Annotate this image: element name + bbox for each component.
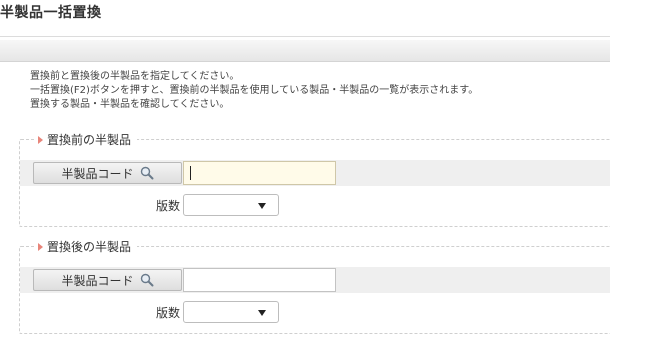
before-code-label: 半製品コード — [61, 166, 134, 181]
before-group-legend: 置換前の半製品 — [34, 131, 138, 148]
triangle-right-icon — [38, 242, 43, 251]
before-version-select[interactable] — [183, 194, 279, 216]
after-code-label: 半製品コード — [61, 273, 134, 288]
after-version-label: 版数 — [155, 306, 180, 320]
chevron-down-icon — [258, 310, 266, 316]
page-margin — [610, 36, 660, 345]
after-code-input[interactable] — [183, 268, 336, 292]
instruction-line: 一括置換(F2)ボタンを押すと、置換前の半製品を使用している製品・半製品の一覧が… — [30, 85, 479, 96]
toolbar — [0, 40, 610, 62]
before-version-label: 版数 — [155, 199, 180, 213]
search-icon — [140, 273, 153, 287]
after-group: 置換後の半製品 半製品コード 版数 — [19, 238, 619, 334]
before-group-legend-label: 置換前の半製品 — [47, 133, 132, 147]
title-divider — [0, 36, 610, 37]
after-code-lookup-button[interactable]: 半製品コード — [33, 269, 182, 291]
before-code-lookup-button[interactable]: 半製品コード — [33, 162, 182, 184]
after-group-legend-label: 置換後の半製品 — [47, 240, 132, 254]
before-code-input[interactable] — [183, 161, 336, 185]
instructions: 置換前と置換後の半製品を指定してください。 一括置換(F2)ボタンを押すと、置換… — [30, 70, 610, 112]
instruction-line: 置換する製品・半製品を確認してください。 — [30, 99, 230, 110]
before-group: 置換前の半製品 半製品コード 版数 — [19, 131, 619, 227]
search-icon — [140, 166, 153, 180]
triangle-right-icon — [38, 135, 43, 144]
page-title: 半製品一括置換 — [0, 5, 102, 21]
after-version-select[interactable] — [183, 301, 279, 323]
chevron-down-icon — [258, 203, 266, 209]
instruction-line: 置換前と置換後の半製品を指定してください。 — [30, 71, 240, 82]
text-caret — [190, 166, 191, 180]
after-group-legend: 置換後の半製品 — [34, 238, 138, 255]
